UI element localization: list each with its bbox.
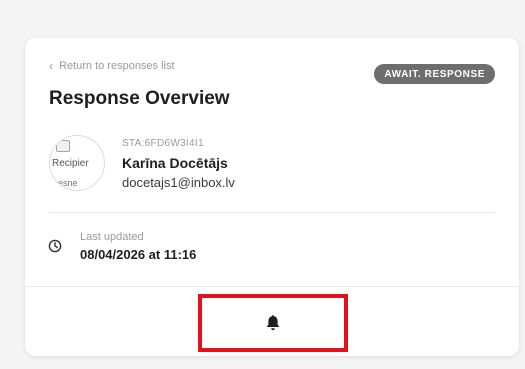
last-updated-label: Last updated (80, 231, 144, 243)
bell-icon (266, 315, 280, 331)
status-badge: AWAIT. RESPONSE (374, 64, 495, 84)
page-title: Response Overview (49, 88, 230, 109)
broken-image-icon (56, 140, 70, 152)
notify-button[interactable] (198, 294, 348, 352)
recipient-email: docetajs1@inbox.lv (122, 175, 235, 190)
avatar-alt-text-overflow: esne (58, 178, 78, 188)
recipient-reference: STA:6FD6W3I4I1 (122, 138, 204, 149)
back-to-list-link[interactable]: ‹ Return to responses list (49, 60, 175, 72)
divider (49, 212, 495, 213)
avatar-alt-text: Recipier (52, 158, 89, 169)
clock-icon (48, 239, 62, 253)
last-updated-value: 08/04/2026 at 11:16 (80, 247, 197, 262)
back-link-label: Return to responses list (59, 60, 175, 72)
chevron-left-icon: ‹ (49, 59, 53, 73)
response-card: ‹ Return to responses list AWAIT. RESPON… (25, 38, 519, 356)
footer-divider (25, 286, 519, 287)
avatar: Recipier esne (49, 135, 105, 191)
recipient-name: Karīna Docētājs (122, 155, 228, 171)
